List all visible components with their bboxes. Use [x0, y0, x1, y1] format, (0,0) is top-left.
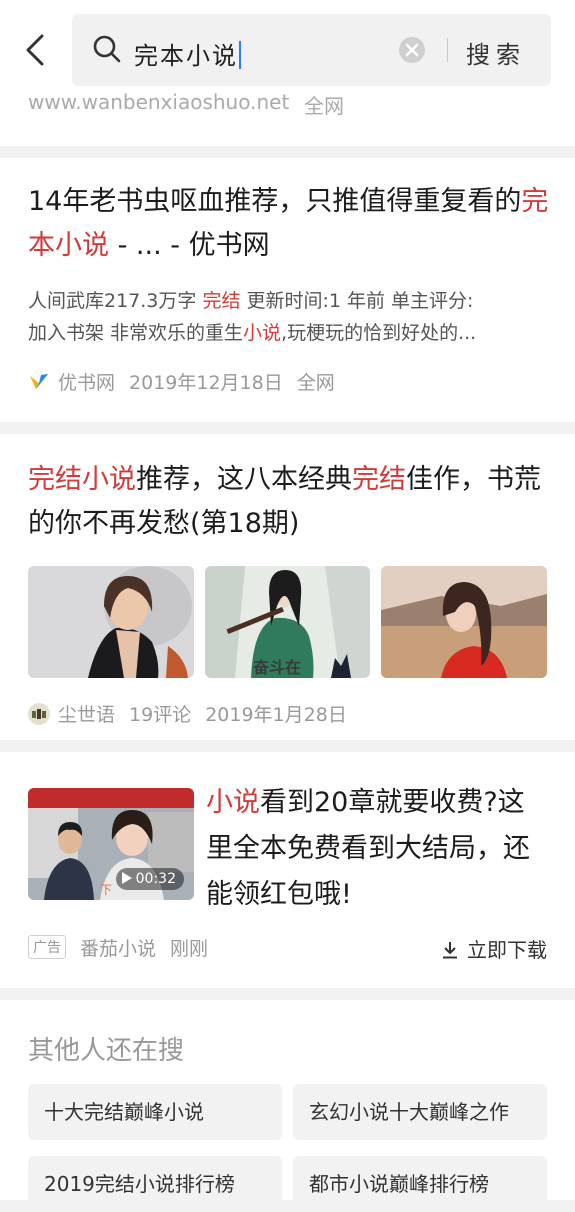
svg-text:下: 下	[100, 883, 112, 897]
result-date: 2019年1月28日	[205, 704, 347, 726]
ad-title[interactable]: 小说看到20章就要收费?这里全本免费看到大结局，还能领红包哦!	[206, 780, 551, 918]
download-button[interactable]: 立即下载	[441, 934, 547, 963]
search-header: 完本小说 搜索	[0, 10, 575, 90]
snippet-highlight: 完结	[202, 290, 241, 312]
back-arrow-icon	[26, 34, 44, 66]
video-duration: 00:32	[135, 871, 176, 887]
result-title[interactable]: 完结小说推荐，这八本经典完结佳作，书荒的你不再发愁(第18期)	[28, 458, 558, 546]
photo-woman-image	[381, 566, 547, 678]
related-search-chip[interactable]: 都市小说巅峰排行榜	[293, 1156, 547, 1212]
result-image[interactable]	[381, 566, 547, 678]
site-url: www.wanbenxiaoshuo.net	[28, 90, 290, 114]
site-scope-tag: 全网	[304, 94, 344, 118]
search-input[interactable]: 完本小说	[134, 36, 241, 71]
snippet-text: 人间武库217.3万字	[28, 290, 203, 312]
ad-meta: 广告 番茄小说 刚刚	[28, 934, 222, 961]
search-query: 完本小说	[134, 42, 238, 70]
result-image[interactable]	[28, 566, 194, 678]
ad-source: 番茄小说	[80, 938, 157, 960]
result-meta: 优书网 2019年12月18日 全网	[28, 368, 349, 395]
related-searches: 其他人还在搜 十大完结巅峰小说 玄幻小说十大巅峰之作 2019完结小说排行榜 都…	[0, 1000, 575, 1212]
related-search-chip[interactable]: 十大完结巅峰小说	[28, 1084, 282, 1140]
site-source-line[interactable]: www.wanbenxiaoshuo.net 全网	[0, 90, 575, 146]
snippet-text: ,玩梗玩的恰到好处的...	[281, 322, 477, 344]
ad-title-highlight: 小说	[206, 787, 260, 818]
play-icon	[121, 872, 132, 884]
result-title-highlight: 完结小说	[28, 464, 136, 495]
ad-time: 刚刚	[170, 938, 209, 960]
search-result-card[interactable]: 14年老书虫呕血推荐，只推值得重复看的完本小说 - ... - 优书网 人间武库…	[0, 158, 575, 422]
back-button[interactable]	[18, 30, 54, 70]
illustrated-woman-image	[28, 566, 194, 678]
search-icon	[93, 35, 121, 63]
result-title[interactable]: 14年老书虫呕血推荐，只推值得重复看的完本小说 - ... - 优书网	[28, 180, 558, 268]
related-search-chip[interactable]: 玄幻小说十大巅峰之作	[293, 1084, 547, 1140]
source-logo-icon	[30, 374, 48, 389]
result-snippet-line: 加入书架 非常欢乐的重生小说,玩梗玩的恰到好处的...	[28, 318, 558, 349]
related-search-chip[interactable]: 2019完结小说排行榜	[28, 1156, 282, 1212]
video-duration-badge: 00:32	[115, 868, 184, 890]
result-source: 优书网	[58, 372, 116, 394]
result-date: 2019年12月18日	[129, 372, 283, 394]
result-title-text: 14年老书虫呕血推荐，只推值得重复看的	[28, 186, 522, 217]
snippet-highlight: 小说	[243, 322, 282, 344]
clear-icon[interactable]	[398, 36, 426, 64]
ad-card[interactable]: 下 00:32 小说看到20章就要收费?这里全本免费看到大结局，还能领红包哦! …	[0, 752, 575, 988]
search-button[interactable]: 搜索	[466, 35, 526, 70]
download-icon	[443, 942, 457, 959]
ad-video-thumbnail[interactable]: 下 00:32	[28, 788, 194, 900]
search-result-card[interactable]: 完结小说推荐，这八本经典完结佳作，书荒的你不再发愁(第18期) 奋斗在 尘世语 …	[0, 434, 575, 740]
result-comments: 19评论	[129, 704, 192, 726]
search-box[interactable]: 完本小说 搜索	[72, 14, 551, 86]
download-label: 立即下载	[467, 938, 547, 962]
result-snippet-line: 人间武库217.3万字 完结 更新时间:1 年前 单主评分:	[28, 286, 558, 317]
result-title-text: - ... - 优书网	[109, 230, 270, 261]
result-title-text: 推荐，这八本经典	[136, 464, 352, 495]
related-heading: 其他人还在搜	[28, 1036, 185, 1066]
result-meta: 尘世语 19评论 2019年1月28日	[28, 700, 361, 727]
cover-caption: 奋斗在	[253, 658, 302, 677]
text-caret	[239, 41, 241, 69]
snippet-text: 加入书架 非常欢乐的重生	[28, 322, 244, 344]
result-title-highlight: 完结	[352, 464, 406, 495]
result-image[interactable]: 奋斗在	[205, 566, 370, 678]
snippet-text: 更新时间:1 年前 单主评分:	[240, 290, 474, 312]
author-avatar-icon	[28, 703, 50, 725]
ad-label-badge: 广告	[28, 935, 66, 959]
result-scope: 全网	[296, 372, 335, 394]
search-divider	[447, 38, 448, 62]
result-source: 尘世语	[58, 704, 116, 726]
